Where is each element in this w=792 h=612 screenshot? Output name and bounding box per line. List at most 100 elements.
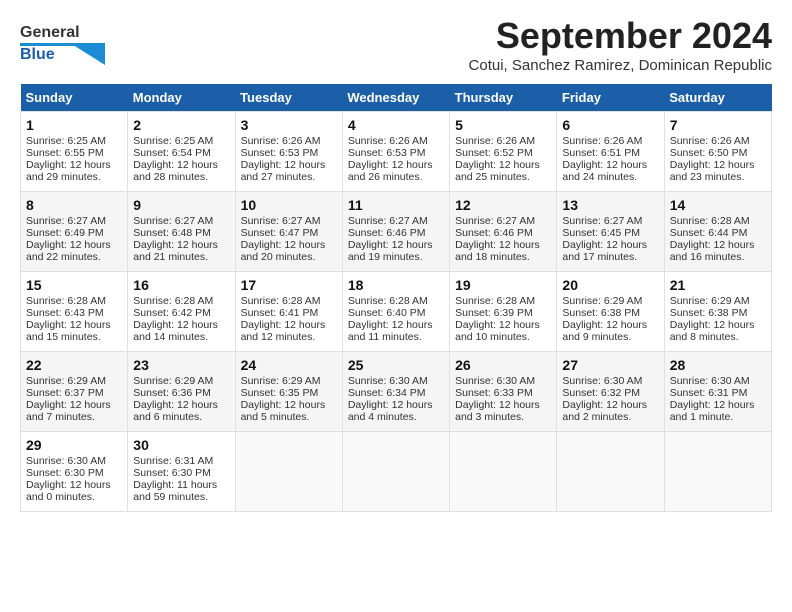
sunset-label: Sunset: 6:32 PM [562, 387, 640, 399]
sunrise-label: Sunrise: 6:26 AM [455, 135, 535, 147]
calendar-cell: 6 Sunrise: 6:26 AM Sunset: 6:51 PM Dayli… [557, 112, 664, 192]
col-thursday: Thursday [450, 84, 557, 112]
header: General Blue September 2024 Cotui, Sanch… [20, 15, 772, 74]
calendar-cell: 20 Sunrise: 6:29 AM Sunset: 6:38 PM Dayl… [557, 272, 664, 352]
day-number: 14 [670, 197, 766, 213]
sunset-label: Sunset: 6:38 PM [670, 307, 748, 319]
daylight-label: Daylight: 12 hours and 8 minutes. [670, 319, 755, 343]
calendar-week-3: 15 Sunrise: 6:28 AM Sunset: 6:43 PM Dayl… [21, 272, 772, 352]
calendar-cell [557, 432, 664, 512]
logo: General Blue [20, 15, 105, 65]
sunrise-label: Sunrise: 6:31 AM [133, 455, 213, 467]
day-number: 12 [455, 197, 551, 213]
sunrise-label: Sunrise: 6:30 AM [562, 375, 642, 387]
day-number: 13 [562, 197, 658, 213]
sunset-label: Sunset: 6:44 PM [670, 227, 748, 239]
calendar-cell: 7 Sunrise: 6:26 AM Sunset: 6:50 PM Dayli… [664, 112, 771, 192]
day-number: 27 [562, 357, 658, 373]
sunrise-label: Sunrise: 6:28 AM [348, 295, 428, 307]
sunrise-label: Sunrise: 6:26 AM [241, 135, 321, 147]
day-number: 8 [26, 197, 122, 213]
day-number: 20 [562, 277, 658, 293]
day-number: 10 [241, 197, 337, 213]
sunrise-label: Sunrise: 6:28 AM [241, 295, 321, 307]
daylight-label: Daylight: 12 hours and 29 minutes. [26, 159, 111, 183]
daylight-label: Daylight: 12 hours and 2 minutes. [562, 399, 647, 423]
sunset-label: Sunset: 6:52 PM [455, 147, 533, 159]
calendar-cell: 5 Sunrise: 6:26 AM Sunset: 6:52 PM Dayli… [450, 112, 557, 192]
calendar-cell: 24 Sunrise: 6:29 AM Sunset: 6:35 PM Dayl… [235, 352, 342, 432]
calendar-cell: 21 Sunrise: 6:29 AM Sunset: 6:38 PM Dayl… [664, 272, 771, 352]
sunset-label: Sunset: 6:49 PM [26, 227, 104, 239]
day-number: 24 [241, 357, 337, 373]
daylight-label: Daylight: 12 hours and 23 minutes. [670, 159, 755, 183]
day-number: 29 [26, 437, 122, 453]
calendar-cell [342, 432, 449, 512]
calendar-cell: 29 Sunrise: 6:30 AM Sunset: 6:30 PM Dayl… [21, 432, 128, 512]
daylight-label: Daylight: 12 hours and 27 minutes. [241, 159, 326, 183]
sunrise-label: Sunrise: 6:29 AM [562, 295, 642, 307]
calendar-cell: 26 Sunrise: 6:30 AM Sunset: 6:33 PM Dayl… [450, 352, 557, 432]
sunset-label: Sunset: 6:37 PM [26, 387, 104, 399]
day-number: 16 [133, 277, 229, 293]
title-area: September 2024 Cotui, Sanchez Ramirez, D… [469, 15, 772, 74]
sunset-label: Sunset: 6:54 PM [133, 147, 211, 159]
sunset-label: Sunset: 6:55 PM [26, 147, 104, 159]
calendar-cell: 1 Sunrise: 6:25 AM Sunset: 6:55 PM Dayli… [21, 112, 128, 192]
calendar-cell [664, 432, 771, 512]
calendar-cell [450, 432, 557, 512]
sunrise-label: Sunrise: 6:30 AM [26, 455, 106, 467]
calendar-cell: 2 Sunrise: 6:25 AM Sunset: 6:54 PM Dayli… [128, 112, 235, 192]
sunrise-label: Sunrise: 6:27 AM [133, 215, 213, 227]
daylight-label: Daylight: 12 hours and 26 minutes. [348, 159, 433, 183]
sunrise-label: Sunrise: 6:29 AM [670, 295, 750, 307]
sunrise-label: Sunrise: 6:28 AM [133, 295, 213, 307]
sunrise-label: Sunrise: 6:29 AM [26, 375, 106, 387]
daylight-label: Daylight: 12 hours and 1 minute. [670, 399, 755, 423]
sunset-label: Sunset: 6:31 PM [670, 387, 748, 399]
daylight-label: Daylight: 12 hours and 0 minutes. [26, 479, 111, 503]
daylight-label: Daylight: 12 hours and 14 minutes. [133, 319, 218, 343]
daylight-label: Daylight: 12 hours and 3 minutes. [455, 399, 540, 423]
sunrise-label: Sunrise: 6:27 AM [26, 215, 106, 227]
location-title: Cotui, Sanchez Ramirez, Dominican Republ… [469, 57, 772, 74]
sunrise-label: Sunrise: 6:27 AM [562, 215, 642, 227]
calendar-cell: 12 Sunrise: 6:27 AM Sunset: 6:46 PM Dayl… [450, 192, 557, 272]
sunrise-label: Sunrise: 6:30 AM [348, 375, 428, 387]
daylight-label: Daylight: 12 hours and 25 minutes. [455, 159, 540, 183]
daylight-label: Daylight: 12 hours and 15 minutes. [26, 319, 111, 343]
day-number: 9 [133, 197, 229, 213]
sunset-label: Sunset: 6:42 PM [133, 307, 211, 319]
daylight-label: Daylight: 12 hours and 17 minutes. [562, 239, 647, 263]
calendar-cell: 15 Sunrise: 6:28 AM Sunset: 6:43 PM Dayl… [21, 272, 128, 352]
calendar-cell: 23 Sunrise: 6:29 AM Sunset: 6:36 PM Dayl… [128, 352, 235, 432]
month-title: September 2024 [469, 15, 772, 57]
col-tuesday: Tuesday [235, 84, 342, 112]
calendar-week-4: 22 Sunrise: 6:29 AM Sunset: 6:37 PM Dayl… [21, 352, 772, 432]
sunrise-label: Sunrise: 6:26 AM [348, 135, 428, 147]
calendar-cell: 4 Sunrise: 6:26 AM Sunset: 6:53 PM Dayli… [342, 112, 449, 192]
sunrise-label: Sunrise: 6:30 AM [670, 375, 750, 387]
day-number: 22 [26, 357, 122, 373]
calendar-cell: 30 Sunrise: 6:31 AM Sunset: 6:30 PM Dayl… [128, 432, 235, 512]
sunrise-label: Sunrise: 6:30 AM [455, 375, 535, 387]
sunset-label: Sunset: 6:46 PM [455, 227, 533, 239]
day-number: 21 [670, 277, 766, 293]
svg-text:General: General [20, 24, 80, 41]
svg-text:Blue: Blue [20, 46, 55, 63]
sunrise-label: Sunrise: 6:29 AM [133, 375, 213, 387]
logo-icon: General Blue [20, 15, 105, 65]
sunset-label: Sunset: 6:46 PM [348, 227, 426, 239]
day-number: 26 [455, 357, 551, 373]
daylight-label: Daylight: 12 hours and 11 minutes. [348, 319, 433, 343]
day-number: 5 [455, 117, 551, 133]
day-number: 4 [348, 117, 444, 133]
col-sunday: Sunday [21, 84, 128, 112]
sunset-label: Sunset: 6:33 PM [455, 387, 533, 399]
day-number: 6 [562, 117, 658, 133]
day-number: 2 [133, 117, 229, 133]
daylight-label: Daylight: 12 hours and 19 minutes. [348, 239, 433, 263]
calendar-cell: 9 Sunrise: 6:27 AM Sunset: 6:48 PM Dayli… [128, 192, 235, 272]
day-number: 28 [670, 357, 766, 373]
sunset-label: Sunset: 6:40 PM [348, 307, 426, 319]
